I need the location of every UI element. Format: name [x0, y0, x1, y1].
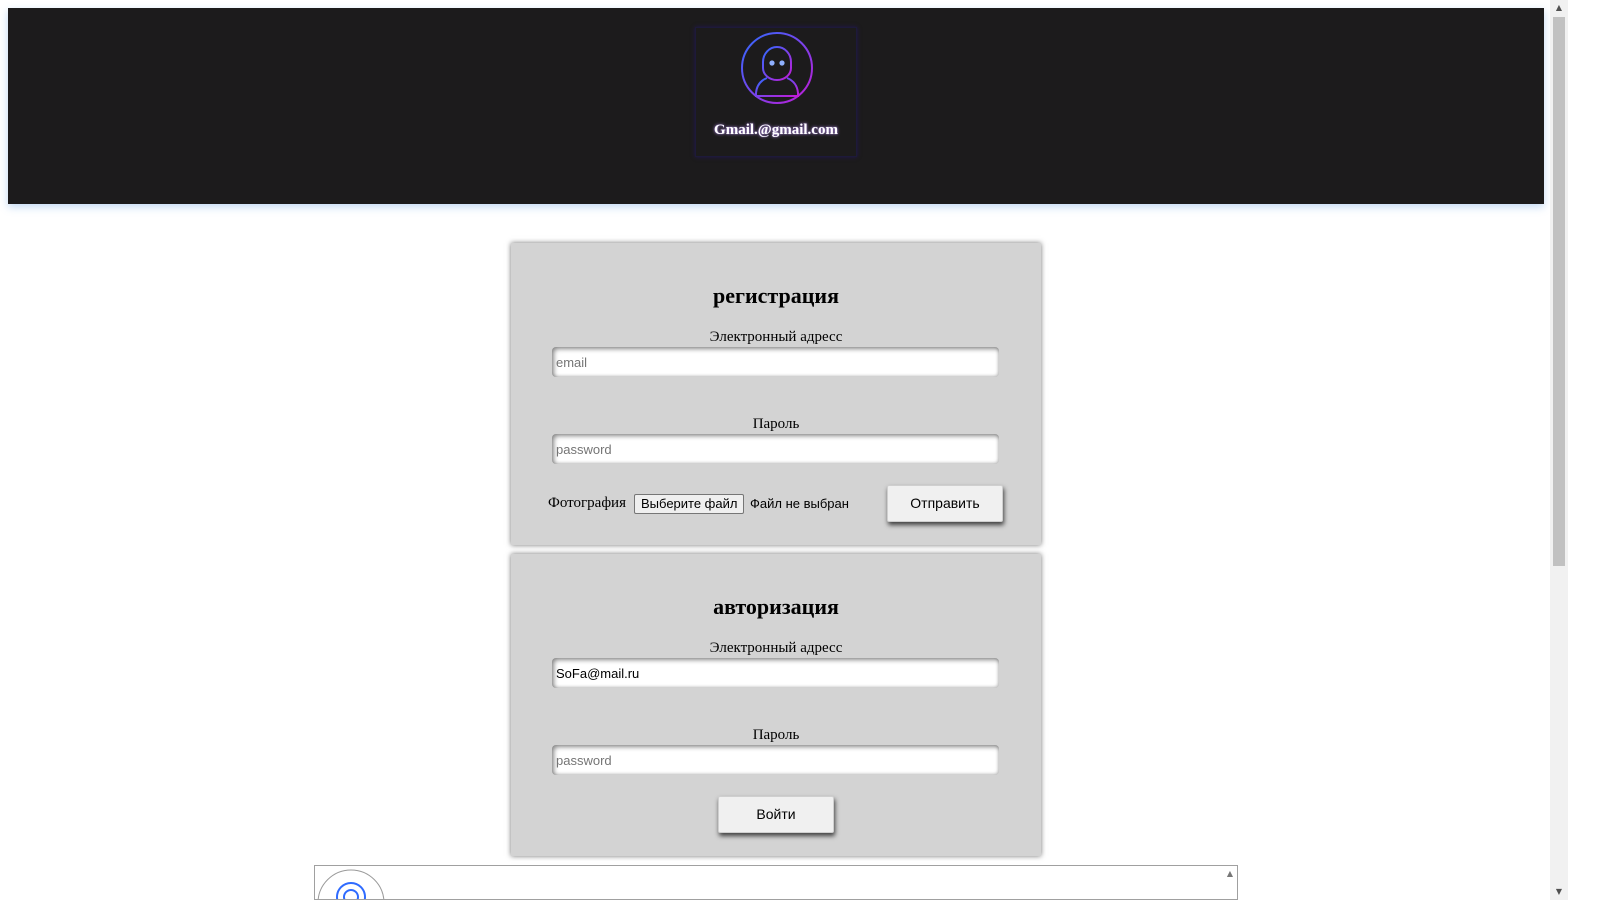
- file-status: Файл не выбран: [750, 496, 849, 511]
- authorization-password-label: Пароль: [752, 727, 800, 743]
- login-button[interactable]: Войти: [718, 796, 834, 833]
- registration-password-label: Пароль: [752, 416, 800, 432]
- profile-card[interactable]: Gmail.@gmail.com: [695, 27, 857, 157]
- user-avatar-icon: [741, 32, 813, 104]
- page-scrollbar[interactable]: ▲ ▼: [1550, 0, 1568, 900]
- scroll-up-icon[interactable]: ▲: [1550, 0, 1568, 16]
- embedded-frame[interactable]: ▲: [314, 865, 1238, 900]
- scroll-down-icon[interactable]: ▼: [1550, 884, 1568, 900]
- registration-title: регистрация: [713, 283, 839, 308]
- registration-password-input[interactable]: [552, 434, 999, 464]
- page: Gmail.@gmail.com регистрация Электронный…: [0, 0, 1600, 900]
- authorization-email-label: Электронный адресс: [709, 640, 843, 656]
- registration-email-input[interactable]: [552, 347, 999, 377]
- frame-scroll-up-icon[interactable]: ▲: [1227, 869, 1233, 878]
- authorization-email-input[interactable]: [552, 658, 999, 688]
- registration-email-label: Электронный адресс: [709, 329, 843, 345]
- authorization-password-input[interactable]: [552, 745, 999, 775]
- profile-email: Gmail.@gmail.com: [714, 122, 838, 138]
- authorization-form: авторизация Электронный адресс Пароль Во…: [511, 554, 1041, 856]
- logo-icon: [317, 869, 385, 899]
- authorization-title: авторизация: [713, 594, 839, 619]
- photo-label: Фотография: [548, 495, 626, 511]
- registration-form: регистрация Электронный адресс Пароль Фо…: [511, 243, 1041, 545]
- choose-file-button[interactable]: Выберите файл: [634, 494, 745, 514]
- header: Gmail.@gmail.com: [8, 8, 1544, 204]
- scroll-thumb[interactable]: [1553, 17, 1565, 566]
- submit-button[interactable]: Отправить: [887, 485, 1003, 522]
